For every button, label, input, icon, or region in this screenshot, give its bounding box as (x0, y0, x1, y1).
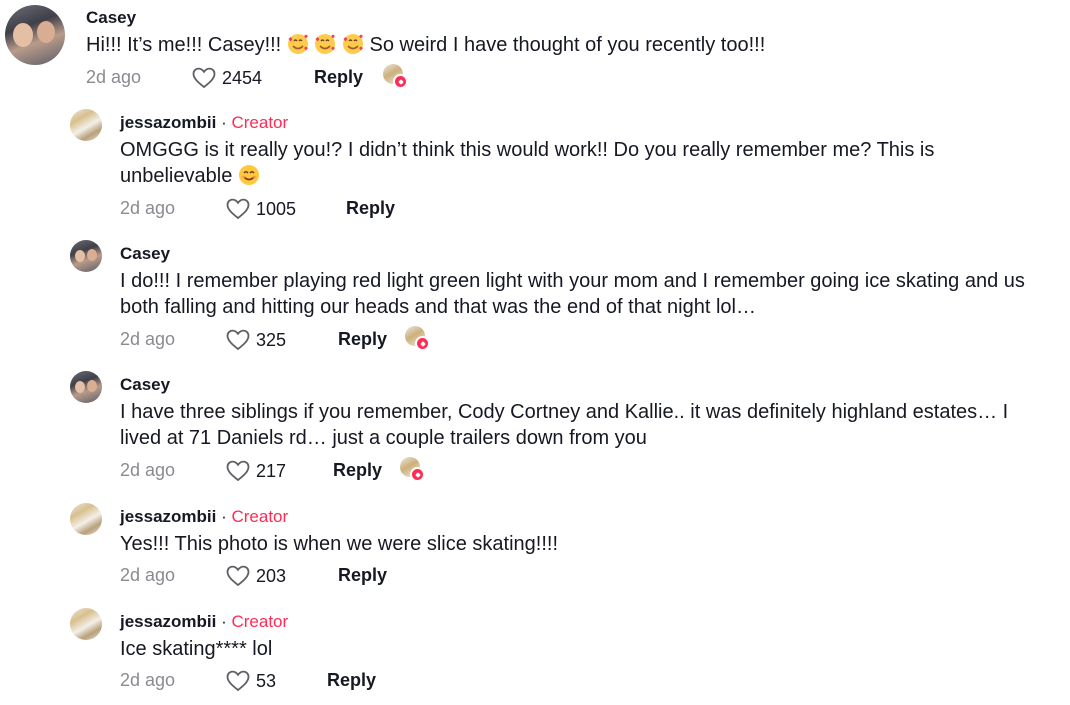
reply-button[interactable]: Reply (346, 198, 395, 219)
avatar-casey[interactable] (70, 371, 102, 403)
comment-text-line: lived at 71 Daniels rd… just a couple tr… (120, 427, 647, 449)
like-count: 325 (256, 329, 287, 350)
like-count: 1005 (256, 198, 297, 219)
comment-author-line: jessazombii · Creator (120, 612, 288, 632)
comment-date: 2d ago (86, 67, 142, 87)
reply-button[interactable]: Reply (338, 565, 387, 586)
comment-author-line: jessazombii · Creator (120, 113, 288, 133)
like-count: 203 (256, 565, 287, 586)
comment-text-part: Hi!!! It’s me!!! Casey!!! (86, 34, 287, 56)
creator-liked-icon (383, 64, 408, 89)
like-button[interactable]: 203 (226, 565, 286, 587)
smiling-face-with-smiling-eyes-icon (238, 165, 259, 185)
comment-author-line: jessazombii · Creator (120, 507, 288, 527)
creator-liked-icon (405, 326, 430, 351)
creator-liked-icon (400, 457, 425, 482)
comment-date: 2d ago (120, 460, 176, 480)
comment-text-line: unbelievable (120, 165, 238, 187)
like-count: 2454 (222, 67, 263, 88)
like-button[interactable]: 325 (226, 329, 286, 351)
like-button[interactable]: 2454 (192, 67, 262, 89)
comment-author[interactable]: jessazombii (120, 113, 216, 132)
comment-text-line: both falling and hitting our heads and t… (120, 296, 756, 318)
author-separator: · (216, 507, 232, 526)
avatar-jessazombii[interactable] (70, 608, 102, 640)
comment-text-line: OMGGG is it really you!? I didn’t think … (120, 139, 935, 161)
avatar-jessazombii[interactable] (70, 503, 102, 535)
comment-author[interactable]: Casey (120, 375, 170, 395)
comment-date: 2d ago (120, 670, 176, 690)
heart-outline-icon (192, 67, 216, 89)
avatar-jessazombii[interactable] (70, 109, 102, 141)
comment-date: 2d ago (120, 565, 176, 585)
author-separator: · (216, 113, 232, 132)
creator-badge: Creator (231, 507, 289, 526)
comment-text: I have three siblings if you remember, C… (120, 399, 1008, 451)
author-separator: · (216, 612, 232, 631)
heart-outline-icon (226, 670, 250, 692)
heart-outline-icon (226, 460, 250, 482)
comment-text-line: I have three siblings if you remember, C… (120, 401, 1009, 423)
smiling-face-with-hearts-icon (287, 34, 308, 54)
comment-author[interactable]: jessazombii (120, 612, 216, 631)
creator-badge: Creator (231, 113, 289, 132)
like-button[interactable]: 217 (226, 460, 286, 482)
comment-text: OMGGG is it really you!? I didn’t think … (120, 137, 934, 189)
smiling-face-with-hearts-icon (342, 34, 363, 54)
reply-button[interactable]: Reply (338, 329, 387, 350)
like-count: 53 (256, 670, 277, 691)
comment-date: 2d ago (120, 198, 176, 218)
avatar-casey[interactable] (70, 240, 102, 272)
comment-date: 2d ago (120, 329, 176, 349)
creator-badge: Creator (231, 612, 289, 631)
reply-button[interactable]: Reply (314, 67, 363, 88)
comment-text: I do!!! I remember playing red light gre… (120, 268, 1025, 320)
like-button[interactable]: 53 (226, 670, 276, 692)
comment-text: Ice skating**** lol (120, 638, 273, 660)
comment-text-part: So weird I have thought of you recently … (363, 34, 766, 56)
comment-text: Hi!!! It’s me!!! Casey!!! So weird I hav… (86, 32, 765, 58)
comment-text: Yes!!! This photo is when we were slice … (120, 533, 558, 555)
comment-author[interactable]: Casey (86, 8, 136, 28)
reply-button[interactable]: Reply (327, 670, 376, 691)
heart-outline-icon (226, 198, 250, 220)
heart-outline-icon (226, 565, 250, 587)
avatar-casey[interactable] (5, 5, 65, 65)
comment-text-line: I do!!! I remember playing red light gre… (120, 270, 1025, 292)
like-count: 217 (256, 460, 287, 481)
heart-outline-icon (226, 329, 250, 351)
like-button[interactable]: 1005 (226, 198, 296, 220)
smiling-face-with-hearts-icon (315, 34, 336, 54)
reply-button[interactable]: Reply (333, 460, 382, 481)
comment-author[interactable]: jessazombii (120, 507, 216, 526)
comment-author[interactable]: Casey (120, 244, 170, 264)
